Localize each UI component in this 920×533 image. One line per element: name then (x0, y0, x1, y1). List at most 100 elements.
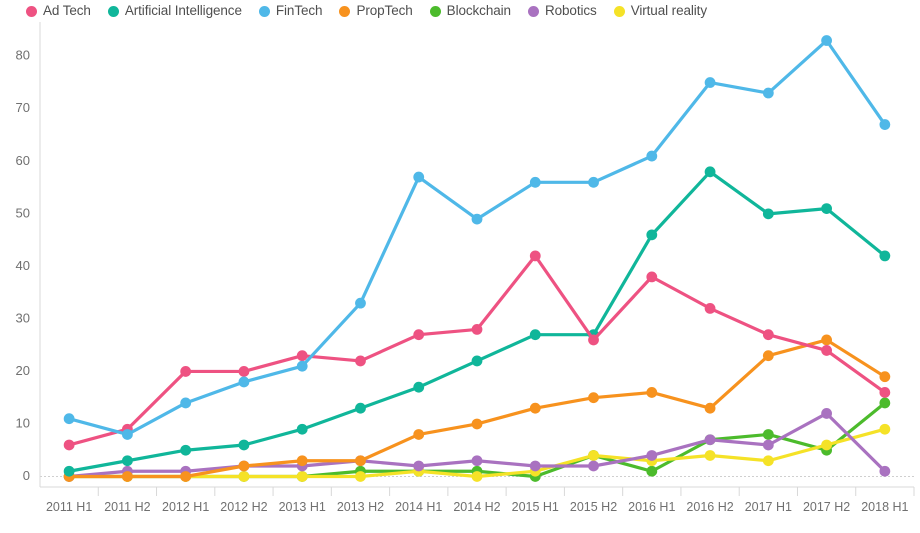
data-point[interactable] (704, 450, 716, 461)
data-point[interactable] (704, 402, 716, 414)
data-point[interactable] (879, 250, 891, 262)
data-point[interactable] (180, 471, 192, 482)
data-point[interactable] (238, 366, 250, 377)
data-point[interactable] (646, 465, 658, 477)
data-point[interactable] (646, 229, 658, 241)
data-point[interactable] (879, 465, 891, 477)
legend-swatch-icon (258, 5, 270, 17)
data-point[interactable] (879, 371, 891, 383)
legend-item-fintech[interactable]: FinTech (258, 4, 323, 18)
data-point[interactable] (122, 455, 133, 467)
data-point[interactable] (646, 387, 658, 398)
data-point[interactable] (413, 381, 425, 393)
data-point[interactable] (355, 355, 366, 367)
data-point[interactable] (471, 471, 483, 482)
legend-item-proptech[interactable]: PropTech (339, 4, 413, 18)
data-point[interactable] (355, 297, 366, 309)
data-point[interactable] (63, 413, 75, 425)
data-point[interactable] (180, 444, 192, 456)
data-point[interactable] (762, 439, 774, 451)
data-point[interactable] (762, 455, 774, 467)
x-axis-tick-label: 2016 H2 (686, 500, 733, 514)
data-point[interactable] (588, 460, 599, 472)
x-axis-tick-label: 2016 H1 (628, 500, 675, 514)
data-point[interactable] (296, 360, 308, 372)
data-point[interactable] (122, 429, 133, 440)
x-axis-tick-label: 2017 H1 (745, 500, 792, 514)
data-point[interactable] (238, 376, 250, 388)
data-point[interactable] (296, 471, 308, 482)
data-point[interactable] (63, 465, 75, 477)
data-point[interactable] (296, 350, 308, 362)
y-axis-tick-label: 20 (16, 363, 30, 378)
data-point[interactable] (821, 334, 832, 346)
data-point[interactable] (296, 455, 308, 467)
data-point[interactable] (355, 455, 366, 467)
legend-item-robotics[interactable]: Robotics (527, 4, 597, 18)
data-point[interactable] (471, 355, 483, 367)
data-point[interactable] (63, 439, 75, 451)
plot-svg: 0 10 20 30 40 50 60 70 80 2011 H1 2011 H2 2012 H1 20… (16, 22, 915, 514)
data-point[interactable] (529, 329, 541, 341)
data-point[interactable] (646, 150, 658, 162)
legend-swatch-icon (339, 5, 351, 17)
data-point[interactable] (762, 429, 774, 440)
data-point[interactable] (821, 345, 832, 356)
data-point[interactable] (180, 397, 192, 409)
data-point[interactable] (296, 423, 308, 435)
data-point[interactable] (471, 213, 483, 225)
data-point[interactable] (704, 434, 716, 446)
legend-item-virtual-reality[interactable]: Virtual reality (613, 4, 707, 18)
data-point[interactable] (413, 329, 425, 341)
data-point[interactable] (588, 334, 599, 346)
data-point[interactable] (704, 303, 716, 314)
data-point[interactable] (238, 460, 250, 472)
data-point[interactable] (762, 350, 774, 362)
data-point[interactable] (762, 329, 774, 341)
data-point[interactable] (529, 176, 541, 188)
data-point[interactable] (879, 423, 891, 435)
data-point[interactable] (879, 119, 891, 130)
legend-item-artificial-intelligence[interactable]: Artificial Intelligence (107, 4, 242, 18)
data-point[interactable] (413, 460, 425, 472)
data-point[interactable] (821, 203, 832, 215)
data-point[interactable] (180, 366, 192, 377)
legend-item-ad-tech[interactable]: Ad Tech (26, 4, 91, 18)
data-point[interactable] (355, 471, 366, 482)
data-point[interactable] (588, 176, 599, 188)
x-axis-tick-label: 2014 H1 (395, 500, 442, 514)
data-point[interactable] (821, 408, 832, 419)
data-point[interactable] (471, 418, 483, 430)
data-point[interactable] (529, 460, 541, 472)
data-point[interactable] (879, 397, 891, 409)
legend-swatch-icon (613, 5, 625, 17)
data-point[interactable] (122, 471, 133, 482)
data-point[interactable] (821, 439, 832, 451)
series-line (67, 38, 887, 437)
data-point[interactable] (413, 171, 425, 183)
data-point[interactable] (762, 208, 774, 220)
data-point[interactable] (413, 429, 425, 440)
data-point[interactable] (588, 450, 599, 461)
data-point[interactable] (704, 77, 716, 88)
data-point[interactable] (762, 87, 774, 99)
data-point[interactable] (238, 471, 250, 482)
data-point[interactable] (646, 450, 658, 461)
y-axis-tick-label: 40 (16, 258, 30, 273)
data-point[interactable] (588, 392, 599, 404)
x-axis-tick-label: 2013 H2 (337, 500, 384, 514)
data-point[interactable] (471, 324, 483, 335)
data-point[interactable] (704, 166, 716, 178)
data-point[interactable] (821, 35, 832, 46)
data-point[interactable] (529, 402, 541, 414)
data-point[interactable] (355, 402, 366, 414)
y-axis-tick-label: 10 (16, 415, 30, 430)
data-point[interactable] (646, 271, 658, 283)
data-point[interactable] (879, 387, 891, 398)
data-point[interactable] (471, 455, 483, 467)
y-axis-tick-label: 70 (16, 100, 30, 115)
data-point[interactable] (529, 250, 541, 262)
legend-item-blockchain[interactable]: Blockchain (429, 4, 511, 18)
data-point[interactable] (238, 439, 250, 451)
y-axis-tick-label: 60 (16, 153, 30, 168)
